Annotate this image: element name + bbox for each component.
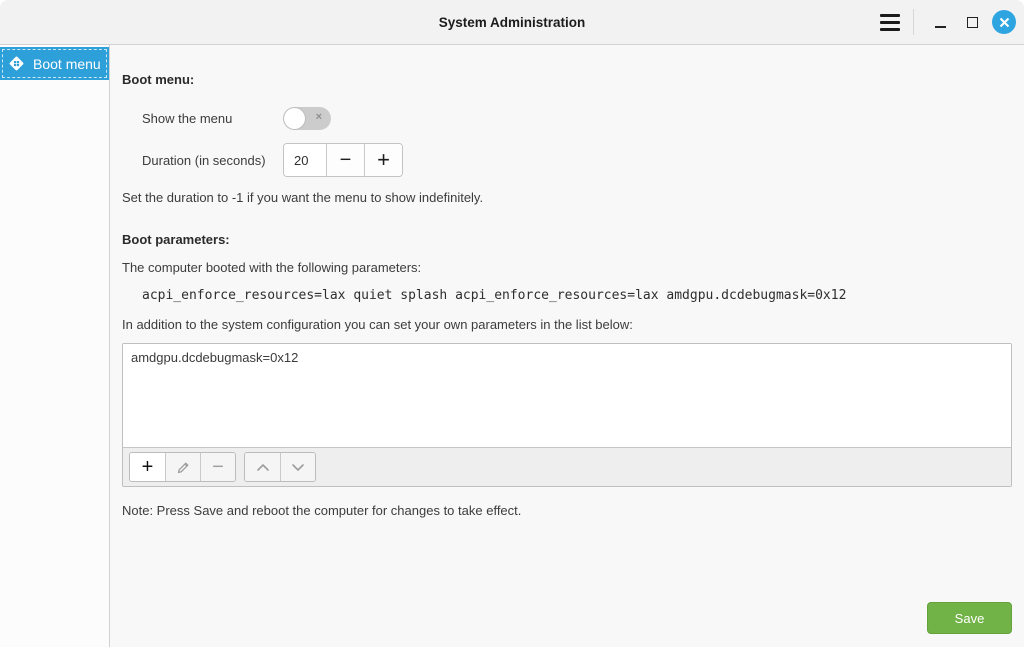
- params-list[interactable]: amdgpu.dcdebugmask=0x12: [123, 344, 1011, 447]
- edit-param-button[interactable]: [165, 453, 200, 481]
- remove-param-button[interactable]: −: [200, 453, 235, 481]
- minimize-icon: [935, 26, 946, 28]
- titlebar-controls: [873, 6, 1024, 38]
- sidebar: Boot menu: [0, 45, 110, 647]
- hamburger-menu-icon[interactable]: [873, 7, 907, 37]
- chevron-up-icon: [256, 463, 270, 472]
- close-icon: [999, 17, 1010, 28]
- toggle-off-glyph: ×: [316, 112, 322, 123]
- show-menu-toggle[interactable]: ×: [283, 107, 331, 130]
- duration-row: Duration (in seconds) − +: [142, 143, 1012, 177]
- save-button[interactable]: Save: [927, 602, 1012, 634]
- add-param-button[interactable]: +: [130, 453, 165, 481]
- duration-input[interactable]: [284, 144, 326, 176]
- minimize-button[interactable]: [924, 6, 956, 38]
- pencil-icon: [176, 460, 191, 475]
- sidebar-item-boot-menu[interactable]: Boot menu: [0, 47, 109, 80]
- window-title: System Administration: [0, 15, 1024, 30]
- titlebar-separator: [913, 9, 914, 35]
- params-list-widget: amdgpu.dcdebugmask=0x12 +: [122, 343, 1012, 487]
- chevron-down-icon: [291, 463, 305, 472]
- edit-button-group: + −: [129, 452, 236, 482]
- window-body: Boot menu Boot menu: Show the menu × Dur…: [0, 45, 1024, 647]
- duration-decrease-button[interactable]: −: [326, 144, 364, 176]
- maximize-button[interactable]: [956, 6, 988, 38]
- duration-label: Duration (in seconds): [142, 153, 283, 168]
- boot-diamond-icon: [8, 55, 25, 72]
- boot-menu-heading: Boot menu:: [122, 72, 1012, 87]
- own-params-label: In addition to the system configuration …: [122, 317, 1012, 332]
- minus-icon: −: [212, 457, 224, 477]
- booted-with-label: The computer booted with the following p…: [122, 260, 1012, 275]
- spacer: [122, 518, 1012, 602]
- duration-increase-button[interactable]: +: [364, 144, 402, 176]
- sidebar-item-label: Boot menu: [33, 56, 101, 72]
- duration-spinbutton: − +: [283, 143, 403, 177]
- main-content: Boot menu: Show the menu × Duration (in …: [110, 45, 1024, 647]
- maximize-icon: [967, 17, 978, 28]
- titlebar: System Administration: [0, 0, 1024, 45]
- duration-hint: Set the duration to -1 if you want the m…: [122, 190, 1012, 205]
- show-menu-row: Show the menu ×: [142, 101, 1012, 135]
- reboot-note: Note: Press Save and reboot the computer…: [122, 503, 1012, 518]
- close-button[interactable]: [992, 10, 1016, 34]
- params-toolbar: + −: [123, 447, 1011, 486]
- move-down-button[interactable]: [280, 453, 315, 481]
- save-row: Save: [122, 602, 1012, 647]
- booted-params-value: acpi_enforce_resources=lax quiet splash …: [142, 288, 1012, 303]
- move-button-group: [244, 452, 316, 482]
- show-menu-label: Show the menu: [142, 111, 283, 126]
- list-item[interactable]: amdgpu.dcdebugmask=0x12: [123, 344, 1011, 365]
- move-up-button[interactable]: [245, 453, 280, 481]
- plus-icon: +: [142, 457, 154, 477]
- boot-parameters-heading: Boot parameters:: [122, 232, 1012, 247]
- system-administration-window: System Administration: [0, 0, 1024, 647]
- toggle-knob: [284, 108, 305, 129]
